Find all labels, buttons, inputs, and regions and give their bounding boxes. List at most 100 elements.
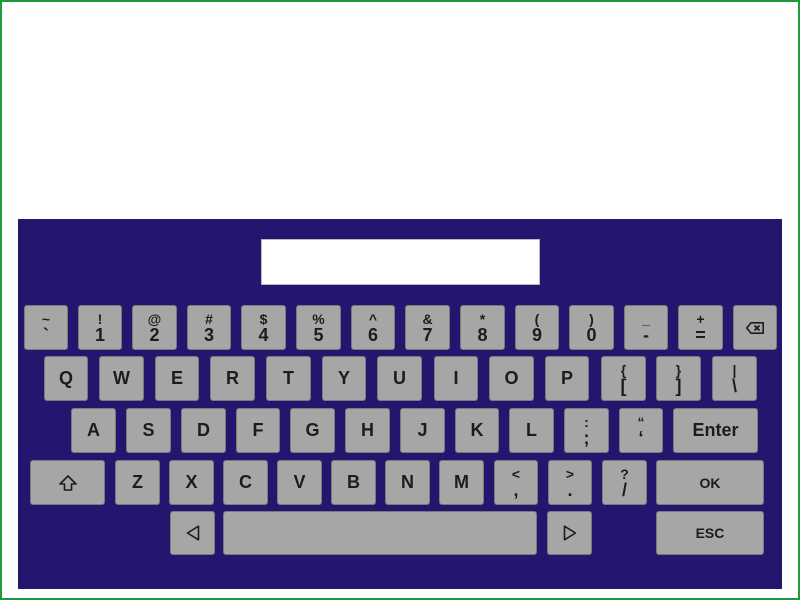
key-label: B bbox=[347, 472, 360, 492]
key-u[interactable]: U bbox=[377, 356, 422, 401]
key-6[interactable]: ^ 6 bbox=[351, 305, 395, 350]
key-label: OK bbox=[699, 474, 721, 491]
key-label: Enter bbox=[692, 420, 739, 440]
key-label: I bbox=[453, 368, 459, 388]
key-minus[interactable]: _ - bbox=[624, 305, 668, 350]
key-r[interactable]: R bbox=[210, 356, 255, 401]
key-period[interactable]: > . bbox=[548, 460, 592, 505]
key-3[interactable]: # 3 bbox=[187, 305, 231, 350]
key-base-label: 1 bbox=[94, 325, 105, 345]
key-2[interactable]: @ 2 bbox=[132, 305, 177, 350]
key-label: K bbox=[470, 420, 484, 440]
key-slash[interactable]: ? / bbox=[602, 460, 647, 505]
key-c[interactable]: C bbox=[223, 460, 268, 505]
key-quote[interactable]: “ ‘ bbox=[619, 408, 663, 453]
key-label: U bbox=[393, 368, 406, 388]
key-1[interactable]: ! 1 bbox=[78, 305, 122, 350]
right-triangle-icon bbox=[563, 525, 577, 541]
text-display-field[interactable] bbox=[261, 239, 540, 285]
key-shift-label: { bbox=[620, 362, 627, 378]
key-4[interactable]: $ 4 bbox=[241, 305, 286, 350]
key-w[interactable]: W bbox=[99, 356, 144, 401]
key-base-label: / bbox=[621, 480, 627, 500]
key-backspace[interactable] bbox=[733, 305, 777, 350]
key-arrow-right[interactable] bbox=[547, 511, 592, 555]
key-right-bracket[interactable]: } ] bbox=[656, 356, 701, 401]
key-shift-label: @ bbox=[147, 311, 162, 327]
key-a[interactable]: A bbox=[71, 408, 116, 453]
key-label: ESC bbox=[695, 525, 725, 541]
key-n[interactable]: N bbox=[385, 460, 430, 505]
key-z[interactable]: Z bbox=[115, 460, 160, 505]
key-shift[interactable] bbox=[30, 460, 105, 505]
key-o[interactable]: O bbox=[489, 356, 534, 401]
key-base-label: = bbox=[695, 325, 706, 345]
key-b[interactable]: B bbox=[331, 460, 376, 505]
key-5[interactable]: % 5 bbox=[296, 305, 341, 350]
key-g[interactable]: G bbox=[290, 408, 335, 453]
key-f[interactable]: F bbox=[236, 408, 280, 453]
key-backslash[interactable]: | \ bbox=[712, 356, 757, 401]
key-esc[interactable]: ESC bbox=[656, 511, 764, 555]
key-base-label: [ bbox=[620, 376, 627, 396]
key-label: P bbox=[560, 368, 573, 388]
key-i[interactable]: I bbox=[434, 356, 478, 401]
key-shift-label: _ bbox=[642, 311, 650, 327]
key-label: O bbox=[504, 368, 519, 388]
key-k[interactable]: K bbox=[455, 408, 499, 453]
key-e[interactable]: E bbox=[155, 356, 199, 401]
key-shift-label: ~ bbox=[41, 311, 51, 327]
key-label: L bbox=[526, 420, 537, 440]
key-x[interactable]: X bbox=[169, 460, 214, 505]
key-y[interactable]: Y bbox=[322, 356, 366, 401]
key-7[interactable]: & 7 bbox=[405, 305, 450, 350]
key-q[interactable]: Q bbox=[44, 356, 88, 401]
key-base-label: 3 bbox=[203, 325, 214, 345]
key-arrow-left[interactable] bbox=[170, 511, 215, 555]
key-0[interactable]: ) 0 bbox=[569, 305, 614, 350]
key-shift-label: ? bbox=[620, 466, 629, 482]
key-label: S bbox=[142, 420, 155, 440]
key-label: T bbox=[283, 368, 294, 388]
key-m[interactable]: M bbox=[439, 460, 484, 505]
key-shift-label: # bbox=[205, 311, 213, 327]
key-p[interactable]: P bbox=[545, 356, 589, 401]
key-d[interactable]: D bbox=[181, 408, 226, 453]
key-shift-label: ^ bbox=[368, 311, 378, 327]
key-l[interactable]: L bbox=[509, 408, 554, 453]
key-label: W bbox=[113, 368, 130, 388]
key-shift-label: + bbox=[696, 311, 705, 327]
key-equals[interactable]: + = bbox=[678, 305, 723, 350]
key-j[interactable]: J bbox=[400, 408, 445, 453]
key-base-label: 9 bbox=[531, 325, 542, 345]
key-label: M bbox=[454, 472, 469, 492]
shift-arrow-icon bbox=[58, 474, 77, 491]
key-label: V bbox=[293, 472, 306, 492]
key-ok[interactable]: OK bbox=[656, 460, 764, 505]
key-base-label: 0 bbox=[586, 325, 597, 345]
key-comma[interactable]: < , bbox=[494, 460, 538, 505]
key-label: R bbox=[226, 368, 239, 388]
key-semicolon[interactable]: : ; bbox=[564, 408, 609, 453]
key-shift-label: ) bbox=[589, 311, 594, 327]
backspace-icon bbox=[746, 321, 764, 334]
key-space[interactable] bbox=[223, 511, 537, 555]
key-t[interactable]: T bbox=[266, 356, 311, 401]
left-triangle-icon bbox=[186, 525, 200, 541]
key-enter[interactable]: Enter bbox=[673, 408, 758, 453]
key-shift-label: : bbox=[584, 414, 589, 430]
key-backtick[interactable]: ~ ` bbox=[24, 305, 68, 350]
key-base-label: - bbox=[643, 325, 649, 345]
key-base-label: 6 bbox=[367, 325, 378, 345]
key-base-label: 5 bbox=[313, 325, 324, 345]
key-label: G bbox=[305, 420, 320, 440]
key-8[interactable]: * 8 bbox=[460, 305, 505, 350]
key-left-bracket[interactable]: { [ bbox=[601, 356, 646, 401]
key-9[interactable]: ( 9 bbox=[515, 305, 559, 350]
key-label: H bbox=[361, 420, 374, 440]
key-s[interactable]: S bbox=[126, 408, 171, 453]
key-v[interactable]: V bbox=[277, 460, 322, 505]
key-shift-label: | bbox=[732, 362, 737, 378]
key-shift-label: “ bbox=[637, 414, 645, 430]
key-h[interactable]: H bbox=[345, 408, 390, 453]
